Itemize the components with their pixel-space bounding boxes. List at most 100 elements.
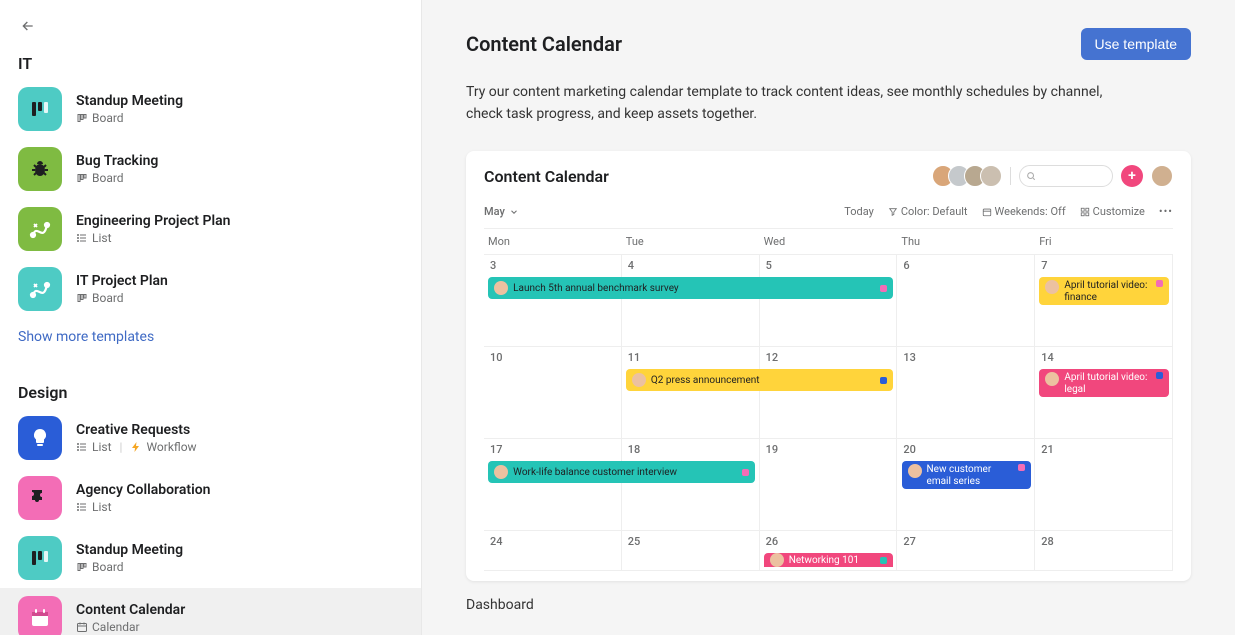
date-label: 14 [1035, 351, 1172, 368]
event-badge [1156, 372, 1163, 379]
curve-icon [18, 207, 62, 251]
assignee-avatar [494, 281, 508, 295]
section-title: IT [0, 48, 421, 79]
calendar-cell[interactable]: 5 [760, 255, 898, 347]
date-label: 20 [897, 443, 1034, 460]
date-label: 24 [484, 535, 621, 552]
weekday-header: Wed [760, 229, 898, 255]
show-more-link[interactable]: Show more templates [0, 319, 421, 355]
event-badge [880, 377, 887, 384]
template-item[interactable]: Standup Meeting Board [0, 528, 421, 588]
month-label: May [484, 205, 505, 218]
month-picker[interactable]: May [484, 205, 519, 218]
color-option[interactable]: Color: Default [888, 205, 968, 218]
calendar-icon [982, 207, 992, 217]
date-label: 18 [622, 443, 759, 460]
calendar-cell[interactable]: 24 [484, 531, 622, 571]
calendar-cell[interactable]: 13 [897, 347, 1035, 439]
calendar-cell[interactable]: 19 [760, 439, 898, 531]
use-template-button[interactable]: Use template [1081, 28, 1191, 60]
date-label: 3 [484, 259, 621, 276]
filter-icon [888, 207, 898, 217]
calendar-cell[interactable]: 11 [622, 347, 760, 439]
add-button[interactable]: + [1121, 165, 1143, 187]
calendar-event[interactable]: Q2 press announcement [626, 369, 893, 391]
calendar-cell[interactable]: 12 [760, 347, 898, 439]
calendar-event[interactable]: April tutorial video: legal [1039, 369, 1169, 397]
template-name: Standup Meeting [76, 93, 403, 109]
divider [1010, 167, 1011, 185]
template-name: Standup Meeting [76, 542, 403, 558]
template-item[interactable]: Content CalendarCalendar [0, 588, 421, 635]
date-label: 19 [760, 443, 897, 460]
search-input[interactable] [1019, 165, 1113, 187]
member-avatars [932, 165, 1002, 187]
sidebar: IT Standup Meeting Board Bug Tracking Board E… [0, 0, 422, 635]
preview-title: Content Calendar [484, 167, 609, 186]
current-user-avatar[interactable] [1151, 165, 1173, 187]
back-button[interactable] [14, 12, 42, 40]
calendar-cell[interactable]: 18 [622, 439, 760, 531]
calendar-cell[interactable]: 10 [484, 347, 622, 439]
calendar-cell[interactable]: 17 [484, 439, 622, 531]
assignee-avatar [632, 373, 646, 387]
more-icon[interactable]: ••• [1159, 205, 1173, 218]
event-label: New customer email series [927, 464, 1014, 487]
customize-option[interactable]: Customize [1080, 205, 1145, 218]
template-meta: Board [76, 111, 403, 125]
date-label: 26 [760, 535, 897, 552]
template-name: Creative Requests [76, 422, 403, 438]
calendar-toolbar: May Today Color: Default Weekends: Off [484, 201, 1173, 229]
template-name: IT Project Plan [76, 273, 403, 289]
calendar-cell[interactable]: 6 [897, 255, 1035, 347]
bug-icon [18, 147, 62, 191]
template-item[interactable]: Standup Meeting Board [0, 79, 421, 139]
template-item[interactable]: Bug Tracking Board [0, 139, 421, 199]
date-label: 12 [760, 351, 897, 368]
calendar-event[interactable]: April tutorial video: finance [1039, 277, 1169, 305]
template-item[interactable]: Agency CollaborationList [0, 468, 421, 528]
assignee-avatar [494, 465, 508, 479]
calendar-cell[interactable]: 3 [484, 255, 622, 347]
event-label: April tutorial video: legal [1064, 372, 1151, 395]
template-item[interactable]: Engineering Project PlanList [0, 199, 421, 259]
date-label: 13 [897, 351, 1034, 368]
event-badge [1018, 464, 1025, 471]
today-button[interactable]: Today [844, 205, 874, 218]
date-label: 6 [897, 259, 1034, 276]
calendar-cell[interactable]: 28 [1035, 531, 1173, 571]
search-icon [1026, 171, 1036, 181]
date-label: 27 [897, 535, 1034, 552]
board-icon [18, 536, 62, 580]
calendar-event[interactable]: Work-life balance customer interview [488, 461, 755, 483]
template-meta: Calendar [76, 620, 403, 634]
date-label: 4 [622, 259, 759, 276]
template-name: Bug Tracking [76, 153, 403, 169]
date-label: 5 [760, 259, 897, 276]
calendar-event[interactable]: Networking 101 [764, 553, 894, 567]
calendar-cell[interactable]: 4 [622, 255, 760, 347]
calendar-cell[interactable]: 27 [897, 531, 1035, 571]
date-label: 10 [484, 351, 621, 368]
date-label: 28 [1035, 535, 1172, 552]
template-meta: Board [76, 291, 403, 305]
template-item[interactable]: Creative RequestsList|Workflow [0, 408, 421, 468]
board-icon [18, 87, 62, 131]
dashboard-heading: Dashboard [466, 597, 1191, 613]
weekday-header: Tue [622, 229, 760, 255]
calendar-event[interactable]: New customer email series [902, 461, 1032, 489]
date-label: 7 [1035, 259, 1172, 276]
template-description: Try our content marketing calendar templ… [466, 82, 1106, 125]
calendar-event[interactable]: Launch 5th annual benchmark survey [488, 277, 893, 299]
section-title: Design [0, 377, 421, 408]
date-label: 17 [484, 443, 621, 460]
weekends-option[interactable]: Weekends: Off [982, 205, 1066, 218]
template-meta: Board [76, 171, 403, 185]
event-badge [1156, 280, 1163, 287]
calendar-cell[interactable]: 25 [622, 531, 760, 571]
template-meta: Board [76, 560, 403, 574]
template-item[interactable]: IT Project Plan Board [0, 259, 421, 319]
template-meta: List [76, 231, 403, 245]
chevron-down-icon [509, 207, 519, 217]
calendar-cell[interactable]: 21 [1035, 439, 1173, 531]
